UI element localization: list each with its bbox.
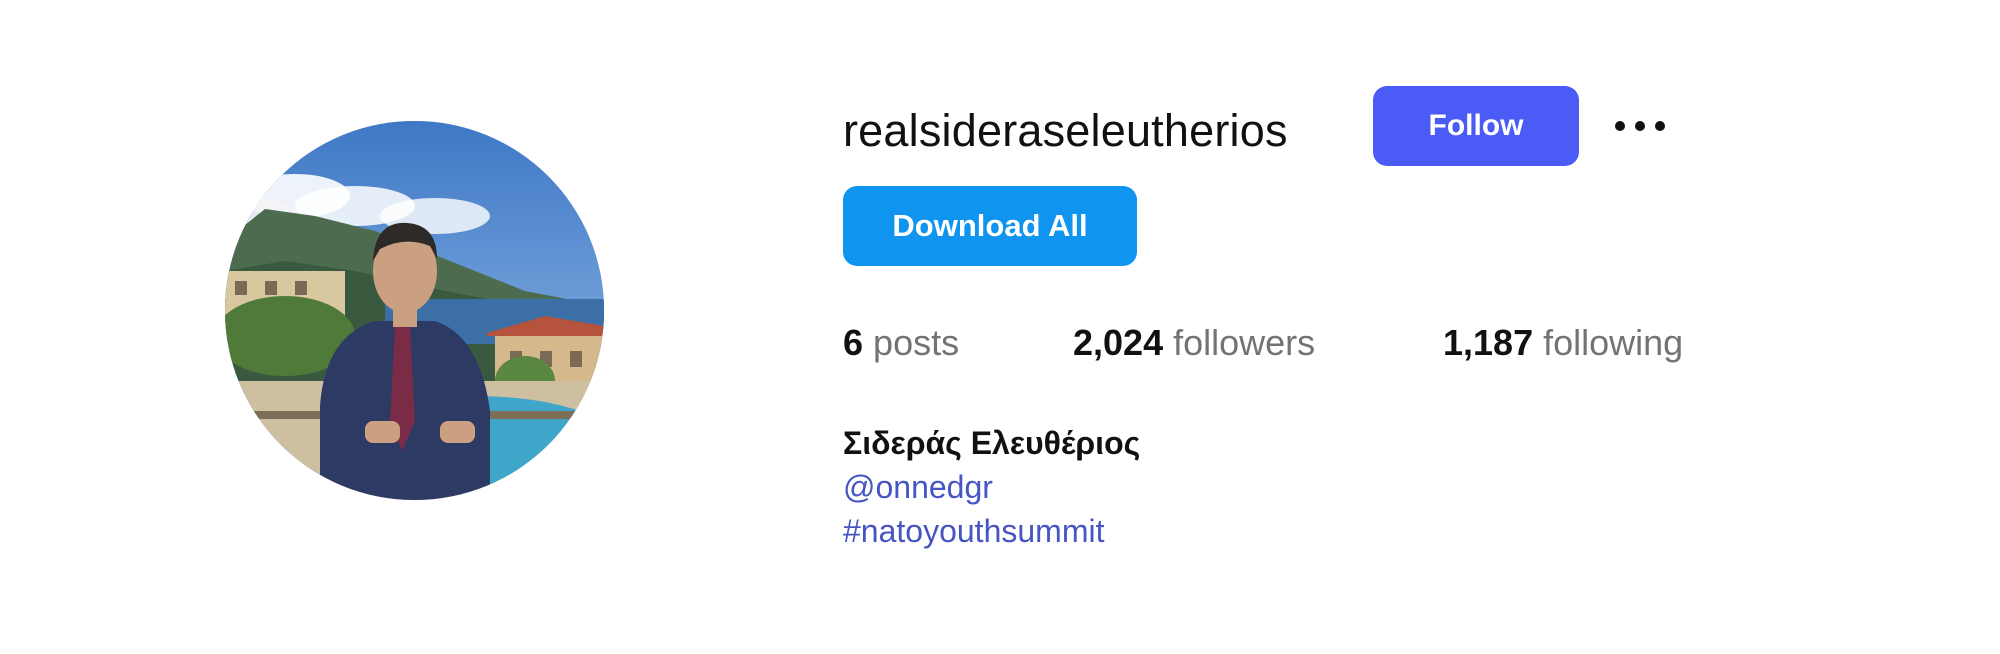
download-all-button[interactable]: Download All bbox=[843, 186, 1137, 266]
followers-count: 2,024 bbox=[1073, 322, 1164, 363]
followers-stat[interactable]: 2,024 followers bbox=[1073, 318, 1315, 368]
bio-mention-link[interactable]: @onnedgr bbox=[843, 465, 993, 509]
following-label: following bbox=[1543, 322, 1684, 363]
followers-label: followers bbox=[1173, 322, 1316, 363]
following-count: 1,187 bbox=[1443, 322, 1534, 363]
profile-photo-image bbox=[225, 121, 604, 500]
follow-button[interactable]: Follow bbox=[1373, 86, 1579, 166]
bio-hashtag-link[interactable]: #natoyouthsummit bbox=[843, 509, 1104, 553]
posts-stat: 6 posts bbox=[843, 318, 959, 368]
profile-username: realsideraseleutherios bbox=[843, 105, 1288, 156]
posts-label: posts bbox=[873, 322, 960, 363]
posts-count: 6 bbox=[843, 322, 864, 363]
profile-full-name: Σιδεράς Ελευθέριος bbox=[843, 425, 1141, 461]
profile-avatar[interactable] bbox=[225, 121, 604, 500]
more-options-icon[interactable] bbox=[1608, 106, 1672, 146]
following-stat[interactable]: 1,187 following bbox=[1443, 318, 1683, 368]
